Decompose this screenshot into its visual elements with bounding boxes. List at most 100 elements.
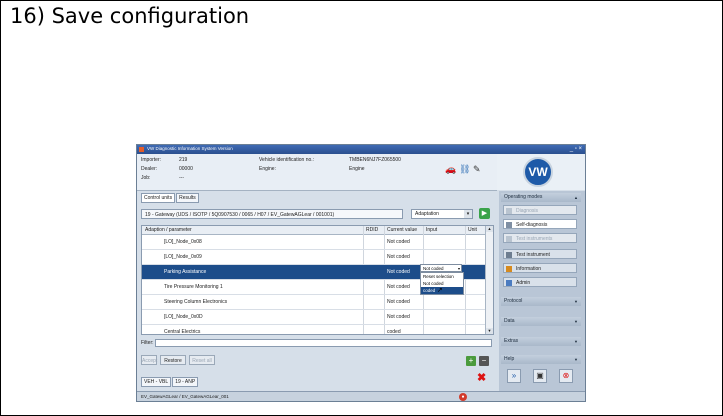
table-row[interactable]: [LO]_Node_0x09 Not coded bbox=[142, 250, 485, 265]
mode-test-instruments[interactable]: Test instruments bbox=[503, 233, 577, 243]
window-controls[interactable]: _ ▫ × bbox=[570, 146, 582, 152]
col-header-current-value[interactable]: Current value bbox=[387, 227, 417, 233]
exit-icon[interactable]: ⊗ bbox=[559, 369, 573, 383]
chevron-down-icon: ▼ bbox=[574, 339, 578, 344]
col-header-rdid[interactable]: RDID bbox=[366, 227, 378, 233]
row-current-value: Not coded bbox=[387, 284, 410, 290]
forward-icon[interactable]: » bbox=[507, 369, 521, 383]
col-header-parameter[interactable]: Adaption / parameter bbox=[145, 227, 192, 233]
table-header: Adaption / parameter RDID Current value … bbox=[142, 226, 493, 235]
row-parameter: [LO]_Node_0x0D bbox=[164, 314, 203, 320]
vin-value: TMBEN6NJ7FZ065500 bbox=[349, 157, 401, 163]
filter-label: Filter: bbox=[141, 340, 154, 346]
row-parameter: [LO]_Node_0x08 bbox=[164, 239, 202, 245]
mode-information[interactable]: Information bbox=[503, 263, 577, 273]
slide-heading: 16) Save configuration bbox=[10, 4, 250, 28]
print-icon[interactable]: ▣ bbox=[533, 369, 547, 383]
section-extras[interactable]: Extras ▼ bbox=[501, 337, 581, 346]
information-icon bbox=[506, 266, 512, 272]
window-title: VW Diagnostic Information System Version bbox=[147, 146, 233, 151]
function-select[interactable]: Adaptation ▾ bbox=[411, 209, 473, 219]
go-button[interactable]: ▶ bbox=[479, 208, 490, 219]
network-icon[interactable]: ⛓ bbox=[459, 164, 470, 175]
scroll-up-icon[interactable]: ▲ bbox=[486, 226, 493, 232]
operating-modes-panel: Operating modes ▲ Diagnosis Self-diagnos… bbox=[499, 191, 585, 391]
section-protocol[interactable]: Protocol ▼ bbox=[501, 297, 581, 306]
restore-button[interactable]: Restore bbox=[160, 355, 186, 365]
tab-results[interactable]: Results bbox=[176, 193, 199, 203]
status-bar: EV_GatewAGLear / EV_GatewAGLear_001 ● bbox=[137, 391, 585, 401]
section-label: Extras bbox=[504, 338, 519, 344]
instruments-icon bbox=[506, 236, 512, 242]
chevron-up-icon: ▲ bbox=[574, 195, 578, 200]
title-bar: VW Diagnostic Information System Version… bbox=[137, 145, 585, 154]
section-label: Protocol bbox=[504, 298, 523, 304]
table-scrollbar[interactable]: ▲ ▼ bbox=[485, 226, 493, 334]
mode-admin[interactable]: Admin bbox=[503, 277, 577, 287]
self-diagnosis-icon bbox=[506, 222, 512, 228]
mouse-cursor-icon: ➚ bbox=[437, 287, 443, 294]
job-label: Job: bbox=[141, 175, 151, 181]
row-current-value: Not coded bbox=[387, 314, 410, 320]
importer-value: 219 bbox=[179, 157, 188, 163]
probe-icon[interactable]: ✎ bbox=[473, 164, 481, 175]
cancel-icon[interactable]: ✖ bbox=[477, 371, 486, 384]
row-parameter: [LO]_Node_0x09 bbox=[164, 254, 202, 260]
car-icon[interactable]: 🚗 bbox=[445, 164, 456, 175]
operating-modes-header[interactable]: Operating modes ▲ bbox=[501, 193, 581, 202]
col-header-input[interactable]: Input bbox=[426, 227, 437, 233]
row-parameter: Central Electrics bbox=[164, 329, 201, 335]
accept-button[interactable]: Accept bbox=[141, 355, 157, 365]
section-label: Data bbox=[504, 318, 515, 324]
dealer-label: Dealer: bbox=[141, 166, 158, 172]
table-row[interactable]: Steering Column Electronics Not coded bbox=[142, 295, 485, 310]
tab-control-units[interactable]: Control units bbox=[141, 193, 176, 203]
section-help[interactable]: Help ▼ bbox=[501, 355, 581, 364]
row-current-value: Not coded bbox=[387, 254, 410, 260]
vehicle-tabs: VEH - VBL 19 - ANP bbox=[141, 377, 199, 387]
filter-row: Filter: bbox=[141, 339, 492, 348]
chevron-down-icon: ▼ bbox=[574, 319, 578, 324]
remove-icon[interactable]: − bbox=[479, 356, 489, 366]
mode-label: Self-diagnosis bbox=[516, 222, 548, 228]
input-select-value: Not coded bbox=[423, 266, 444, 271]
table-row[interactable]: [LO]_Node_0x0D Not coded bbox=[142, 310, 485, 325]
diagnosis-icon bbox=[506, 208, 512, 214]
chevron-down-icon[interactable]: ▾ bbox=[464, 210, 472, 218]
vw-logo: VW bbox=[523, 157, 553, 187]
table-row[interactable]: Central Electrics coded bbox=[142, 325, 485, 335]
app-icon bbox=[139, 147, 144, 152]
table-row[interactable]: [LO]_Node_0x08 Not coded bbox=[142, 235, 485, 250]
function-select-value: Adaptation bbox=[415, 211, 439, 217]
mode-label: Diagnosis bbox=[516, 208, 538, 214]
reset-all-button[interactable]: Reset all bbox=[189, 355, 215, 365]
mode-test-instrument[interactable]: Test instrument bbox=[503, 249, 577, 259]
col-header-unit[interactable]: Unit bbox=[468, 227, 477, 233]
scroll-down-icon[interactable]: ▼ bbox=[486, 328, 493, 334]
tab-anp[interactable]: 19 - ANP bbox=[172, 377, 199, 387]
mode-label: Test instruments bbox=[516, 236, 553, 242]
input-select[interactable]: Not coded ▾ bbox=[420, 264, 462, 272]
meter-icon bbox=[506, 252, 512, 258]
job-value: --- bbox=[179, 175, 184, 181]
add-icon[interactable]: + bbox=[466, 356, 476, 366]
engine-label: Engine: bbox=[259, 166, 276, 172]
control-unit-path: 19 - Gateway (UDS / ISOTP / 5Q0907530 / … bbox=[141, 209, 403, 219]
mode-diagnosis[interactable]: Diagnosis bbox=[503, 205, 577, 215]
tab-veh-vbl[interactable]: VEH - VBL bbox=[141, 377, 172, 387]
row-current-value: Not coded bbox=[387, 299, 410, 305]
admin-icon bbox=[506, 280, 512, 286]
engine-value: Engine bbox=[349, 166, 365, 172]
operating-modes-label: Operating modes bbox=[504, 194, 543, 200]
row-current-value: coded bbox=[387, 329, 401, 335]
section-data[interactable]: Data ▼ bbox=[501, 317, 581, 326]
stop-icon[interactable]: ● bbox=[459, 393, 467, 401]
mode-self-diagnosis[interactable]: Self-diagnosis bbox=[503, 219, 577, 229]
status-text: EV_GatewAGLear / EV_GatewAGLear_001 bbox=[141, 394, 229, 399]
filter-input[interactable] bbox=[155, 339, 492, 347]
main-tabs: Control units Results bbox=[141, 193, 200, 203]
row-parameter: Tire Pressure Monitoring 1 bbox=[164, 284, 223, 290]
importer-label: Importer: bbox=[141, 157, 162, 163]
mode-label: Information bbox=[516, 266, 542, 272]
dropdown-option-reset[interactable]: Reset selection bbox=[421, 273, 463, 280]
